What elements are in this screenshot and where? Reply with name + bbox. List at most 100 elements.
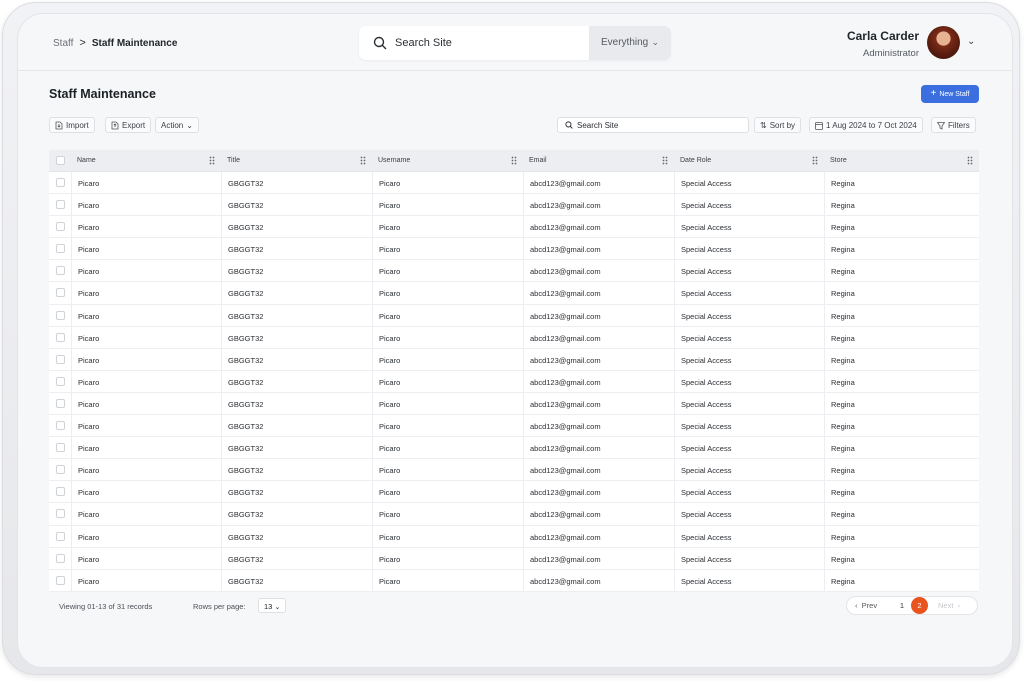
table-row[interactable]: Picaro GBGGT32 Picaro abcd123@gmail.com Spec… xyxy=(49,525,979,548)
import-button[interactable]: Import xyxy=(49,117,95,133)
row-checkbox[interactable] xyxy=(56,200,65,210)
title-cell: GBGGT32 xyxy=(221,326,372,348)
sort-button[interactable]: ⇅ Sort by xyxy=(754,117,802,133)
global-search-input[interactable]: Search Site xyxy=(395,37,452,49)
drag-handle-icon[interactable] xyxy=(209,156,215,165)
email-cell: abcd123@gmail.com xyxy=(523,326,674,348)
row-checkbox[interactable] xyxy=(56,487,65,497)
table-row[interactable]: Picaro GBGGT32 Picaro abcd123@gmail.com Spec… xyxy=(49,503,979,526)
table-row[interactable]: Picaro GBGGT32 Picaro abcd123@gmail.com Spec… xyxy=(49,326,979,349)
column-header-label: Store xyxy=(830,157,847,164)
row-checkbox[interactable] xyxy=(56,310,65,320)
breadcrumb-parent[interactable]: Staff xyxy=(53,38,73,49)
prev-page-button[interactable]: ‹ Prev xyxy=(855,601,893,610)
column-header-username[interactable]: Username xyxy=(372,150,523,172)
filters-button[interactable]: Filters xyxy=(931,117,976,133)
row-select-cell xyxy=(49,437,71,458)
drag-handle-icon[interactable] xyxy=(360,156,366,165)
row-checkbox[interactable] xyxy=(56,376,65,386)
store-cell: Regina xyxy=(824,459,979,481)
records-count: Viewing 01-13 of 31 records xyxy=(59,602,153,611)
page-1-button[interactable]: 1 xyxy=(893,601,911,610)
column-header-store[interactable]: Store xyxy=(824,150,979,172)
export-button[interactable]: Export xyxy=(105,117,152,133)
table-row[interactable]: Picaro GBGGT32 Picaro abcd123@gmail.com Spec… xyxy=(49,569,979,592)
title-cell: GBGGT32 xyxy=(221,437,372,459)
row-checkbox[interactable] xyxy=(56,354,65,364)
row-checkbox[interactable] xyxy=(56,421,65,431)
title-cell: GBGGT32 xyxy=(221,481,372,503)
drag-handle-icon[interactable] xyxy=(511,156,517,165)
table-row[interactable]: Picaro GBGGT32 Picaro abcd123@gmail.com Spec… xyxy=(49,547,979,570)
row-checkbox[interactable] xyxy=(56,332,65,342)
table-row[interactable]: Picaro GBGGT32 Picaro abcd123@gmail.com Spec… xyxy=(49,415,979,438)
row-checkbox[interactable] xyxy=(56,398,65,408)
column-header-email[interactable]: Email xyxy=(523,150,674,172)
next-page-button[interactable]: Next › xyxy=(938,601,960,610)
row-checkbox[interactable] xyxy=(56,443,65,453)
row-select-cell xyxy=(49,548,71,569)
table-row[interactable]: Picaro GBGGT32 Picaro abcd123@gmail.com Spec… xyxy=(49,348,979,371)
email-cell: abcd123@gmail.com xyxy=(523,525,674,547)
table-row[interactable]: Picaro GBGGT32 Picaro abcd123@gmail.com Spec… xyxy=(49,459,979,482)
drag-handle-icon[interactable] xyxy=(967,156,973,165)
row-checkbox[interactable] xyxy=(56,178,65,187)
title-cell: GBGGT32 xyxy=(221,304,372,326)
row-checkbox[interactable] xyxy=(56,465,65,475)
table-row[interactable]: Picaro GBGGT32 Picaro abcd123@gmail.com Spec… xyxy=(49,194,979,217)
drag-handle-icon[interactable] xyxy=(662,156,668,165)
table-row[interactable]: Picaro GBGGT32 Picaro abcd123@gmail.com Spec… xyxy=(49,238,979,261)
username-cell: Picaro xyxy=(372,415,523,437)
search-icon xyxy=(565,121,573,129)
table-row[interactable]: Picaro GBGGT32 Picaro abcd123@gmail.com Spec… xyxy=(49,437,979,460)
date-role-cell: Special Access xyxy=(674,481,824,503)
new-staff-button[interactable]: + New Staff xyxy=(921,85,979,103)
column-header-date-role[interactable]: Date Role xyxy=(674,150,824,172)
column-header-title[interactable]: Title xyxy=(221,150,372,172)
table-row[interactable]: Picaro GBGGT32 Picaro abcd123@gmail.com Spec… xyxy=(49,282,979,305)
row-select-cell xyxy=(49,393,71,414)
select-all-checkbox[interactable] xyxy=(56,156,65,165)
row-checkbox[interactable] xyxy=(56,509,65,519)
date-role-cell: Special Access xyxy=(674,415,824,437)
row-checkbox[interactable] xyxy=(56,222,65,232)
name-cell: Picaro xyxy=(71,260,221,282)
store-cell: Regina xyxy=(824,260,979,282)
username-cell: Picaro xyxy=(372,348,523,370)
store-cell: Regina xyxy=(824,238,979,260)
page-2-button[interactable]: 2 xyxy=(911,597,928,614)
date-role-cell: Special Access xyxy=(674,326,824,348)
export-label: Export xyxy=(122,120,146,130)
row-checkbox[interactable] xyxy=(56,531,65,541)
table-row[interactable]: Picaro GBGGT32 Picaro abcd123@gmail.com Spec… xyxy=(49,370,979,393)
table-row[interactable]: Picaro GBGGT32 Picaro abcd123@gmail.com Spec… xyxy=(49,172,979,195)
table-row[interactable]: Picaro GBGGT32 Picaro abcd123@gmail.com Spec… xyxy=(49,304,979,327)
date-range-button[interactable]: 1 Aug 2024 to 7 Oct 2024 xyxy=(809,117,923,133)
title-cell: GBGGT32 xyxy=(221,392,372,415)
row-checkbox[interactable] xyxy=(56,244,65,254)
global-search[interactable]: Search Site Everything ⌄ xyxy=(359,26,671,60)
calendar-icon xyxy=(815,121,823,130)
action-dropdown[interactable]: Action ⌄ xyxy=(155,117,199,133)
column-header-name[interactable]: Name xyxy=(71,150,221,172)
title-cell: GBGGT32 xyxy=(221,569,372,591)
avatar[interactable] xyxy=(927,26,960,59)
row-checkbox[interactable] xyxy=(56,575,65,585)
search-scope-dropdown[interactable]: Everything ⌄ xyxy=(589,26,671,60)
table-row[interactable]: Picaro GBGGT32 Picaro abcd123@gmail.com Spec… xyxy=(49,260,979,283)
table-row[interactable]: Picaro GBGGT32 Picaro abcd123@gmail.com Spec… xyxy=(49,481,979,504)
row-checkbox[interactable] xyxy=(56,266,65,276)
row-checkbox[interactable] xyxy=(56,553,65,563)
drag-handle-icon[interactable] xyxy=(812,156,818,165)
rows-per-page-select[interactable]: 13 ⌄ xyxy=(258,598,286,613)
row-checkbox[interactable] xyxy=(56,288,65,298)
column-header-label: Email xyxy=(529,157,547,164)
store-cell: Regina xyxy=(824,216,979,238)
chevron-down-icon[interactable]: ⌄ xyxy=(967,36,975,47)
store-cell: Regina xyxy=(824,326,979,348)
date-role-cell: Special Access xyxy=(674,370,824,392)
table-search-input[interactable]: Search Site xyxy=(557,117,749,133)
breadcrumb: Staff > Staff Maintenance xyxy=(53,37,177,49)
table-row[interactable]: Picaro GBGGT32 Picaro abcd123@gmail.com Spec… xyxy=(49,392,979,416)
table-row[interactable]: Picaro GBGGT32 Picaro abcd123@gmail.com Spec… xyxy=(49,216,979,239)
